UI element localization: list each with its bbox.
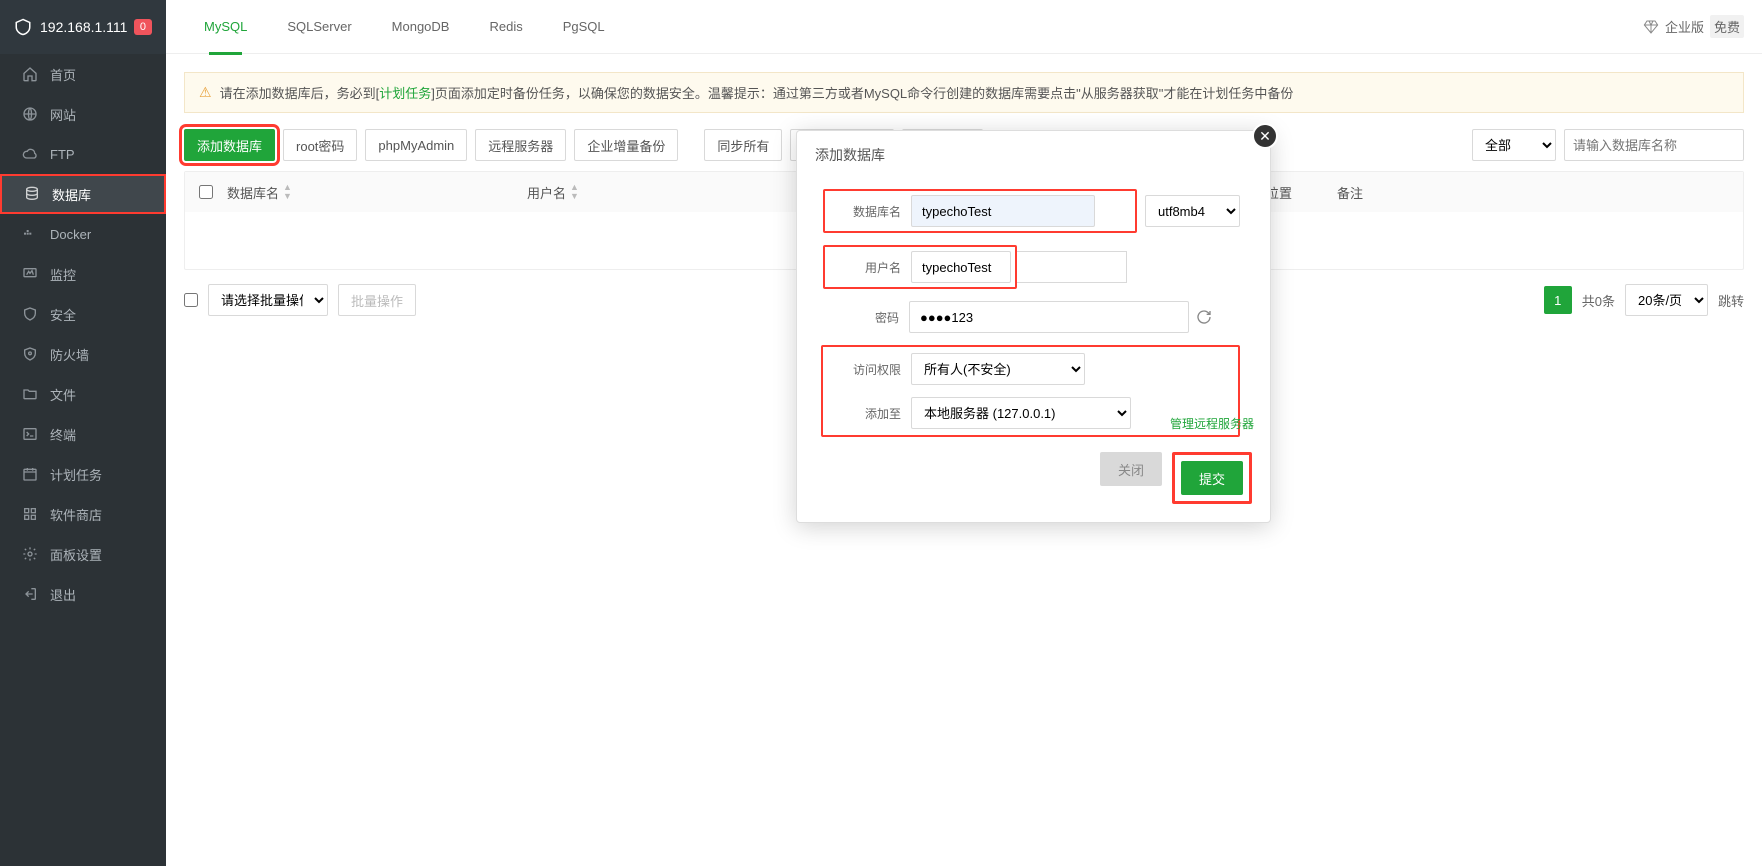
batch-action-button[interactable]: 批量操作: [338, 284, 416, 316]
charset-select[interactable]: utf8mb4: [1145, 195, 1240, 227]
batch-select[interactable]: 请选择批量操作: [208, 284, 328, 316]
nav-cron[interactable]: 计划任务: [0, 454, 166, 494]
nav-files[interactable]: 文件: [0, 374, 166, 414]
calendar-icon: [22, 466, 38, 482]
per-page-select[interactable]: 20条/页: [1625, 284, 1708, 316]
grid-icon: [22, 506, 38, 522]
nav-software[interactable]: 软件商店: [0, 494, 166, 534]
root-password-button[interactable]: root密码: [283, 129, 357, 161]
modal-close-btn[interactable]: 关闭: [1100, 452, 1162, 486]
remote-server-button[interactable]: 远程服务器: [475, 129, 566, 161]
server-ip: 192.168.1.111: [40, 19, 134, 35]
sidebar-header: 192.168.1.111 0: [0, 0, 166, 54]
panel-logo-icon: [14, 18, 32, 36]
globe-icon: [22, 106, 38, 122]
home-icon: [22, 66, 38, 82]
addto-select[interactable]: 本地服务器 (127.0.0.1): [911, 397, 1131, 429]
add-database-modal: ✕ 添加数据库 数据库名 utf8mb4 用户名: [796, 130, 1271, 523]
tab-redis[interactable]: Redis: [469, 0, 542, 54]
gear-icon: [22, 546, 38, 562]
nav-security[interactable]: 安全: [0, 294, 166, 334]
nav-firewall[interactable]: 防火墙: [0, 334, 166, 374]
nav-database[interactable]: 数据库: [0, 174, 166, 214]
sync-all-button[interactable]: 同步所有: [704, 129, 782, 161]
tab-mysql[interactable]: MySQL: [184, 0, 267, 54]
notification-badge[interactable]: 0: [134, 19, 152, 35]
dbname-input[interactable]: [911, 195, 1095, 227]
banner-cron-link[interactable]: 计划任务: [379, 86, 431, 101]
password-input[interactable]: [909, 301, 1189, 333]
nav-home[interactable]: 首页: [0, 54, 166, 94]
sidebar: 192.168.1.111 0 首页 网站 FTP 数据库 Docker 监控 …: [0, 0, 166, 866]
select-all-checkbox[interactable]: [199, 185, 213, 199]
jump-label: 跳转: [1718, 291, 1744, 310]
cloud-icon: [22, 146, 38, 162]
add-database-button[interactable]: 添加数据库: [184, 129, 275, 161]
warning-icon: ⚠: [199, 84, 212, 101]
modal-submit-btn[interactable]: 提交: [1181, 461, 1243, 495]
label-user: 用户名: [829, 259, 901, 276]
nav-docker[interactable]: Docker: [0, 214, 166, 254]
total-count: 共0条: [1582, 291, 1615, 310]
nav-settings[interactable]: 面板设置: [0, 534, 166, 574]
monitor-icon: [22, 266, 38, 282]
manage-remote-link[interactable]: 管理远程服务器: [1170, 417, 1254, 431]
incremental-backup-button[interactable]: 企业增量备份: [574, 129, 678, 161]
logout-icon: [22, 586, 38, 602]
permission-select[interactable]: 所有人(不安全): [911, 353, 1085, 385]
folder-icon: [22, 386, 38, 402]
username-input[interactable]: [911, 251, 1011, 283]
nav-website[interactable]: 网站: [0, 94, 166, 134]
firewall-icon: [22, 346, 38, 362]
docker-icon: [22, 226, 38, 242]
search-input[interactable]: [1564, 129, 1744, 161]
terminal-icon: [22, 426, 38, 442]
col-name[interactable]: 数据库名▲▼: [227, 183, 527, 202]
regenerate-password-button[interactable]: [1195, 308, 1213, 326]
label-permission: 访问权限: [829, 361, 901, 378]
filter-select[interactable]: 全部: [1472, 129, 1556, 161]
phpmyadmin-button[interactable]: phpMyAdmin: [365, 129, 467, 161]
label-pass: 密码: [827, 309, 899, 326]
sort-icon: ▲▼: [570, 183, 579, 201]
sidebar-nav: 首页 网站 FTP 数据库 Docker 监控 安全 防火墙 文件 终端 计划任…: [0, 54, 166, 866]
shield-icon: [22, 306, 38, 322]
nav-ftp[interactable]: FTP: [0, 134, 166, 174]
db-tabs: MySQL SQLServer MongoDB Redis PgSQL 企业版 …: [166, 0, 1762, 54]
batch-checkbox[interactable]: [184, 293, 198, 307]
tab-sqlserver[interactable]: SQLServer: [267, 0, 371, 54]
modal-title: 添加数据库: [797, 131, 1270, 179]
main: MySQL SQLServer MongoDB Redis PgSQL 企业版 …: [166, 0, 1762, 866]
sort-icon: ▲▼: [283, 183, 292, 201]
label-dbname: 数据库名: [829, 203, 901, 220]
nav-terminal[interactable]: 终端: [0, 414, 166, 454]
refresh-icon: [1196, 309, 1212, 325]
tab-mongodb[interactable]: MongoDB: [372, 0, 470, 54]
warning-banner: ⚠ 请在添加数据库后，务必到[计划任务]页面添加定时备份任务，以确保您的数据安全…: [184, 72, 1744, 113]
edition-label: 企业版: [1665, 17, 1704, 36]
tab-pgsql[interactable]: PgSQL: [543, 0, 625, 54]
database-icon: [24, 186, 40, 202]
pagination: 1 共0条 20条/页 跳转: [1544, 284, 1744, 316]
nav-monitor[interactable]: 监控: [0, 254, 166, 294]
modal-close-button[interactable]: ✕: [1252, 123, 1278, 149]
page-1[interactable]: 1: [1544, 286, 1572, 314]
diamond-icon: [1643, 19, 1659, 35]
label-addto: 添加至: [829, 405, 901, 422]
col-note: 备注: [1337, 183, 1729, 202]
nav-logout[interactable]: 退出: [0, 574, 166, 614]
free-tag: 免费: [1710, 15, 1744, 38]
